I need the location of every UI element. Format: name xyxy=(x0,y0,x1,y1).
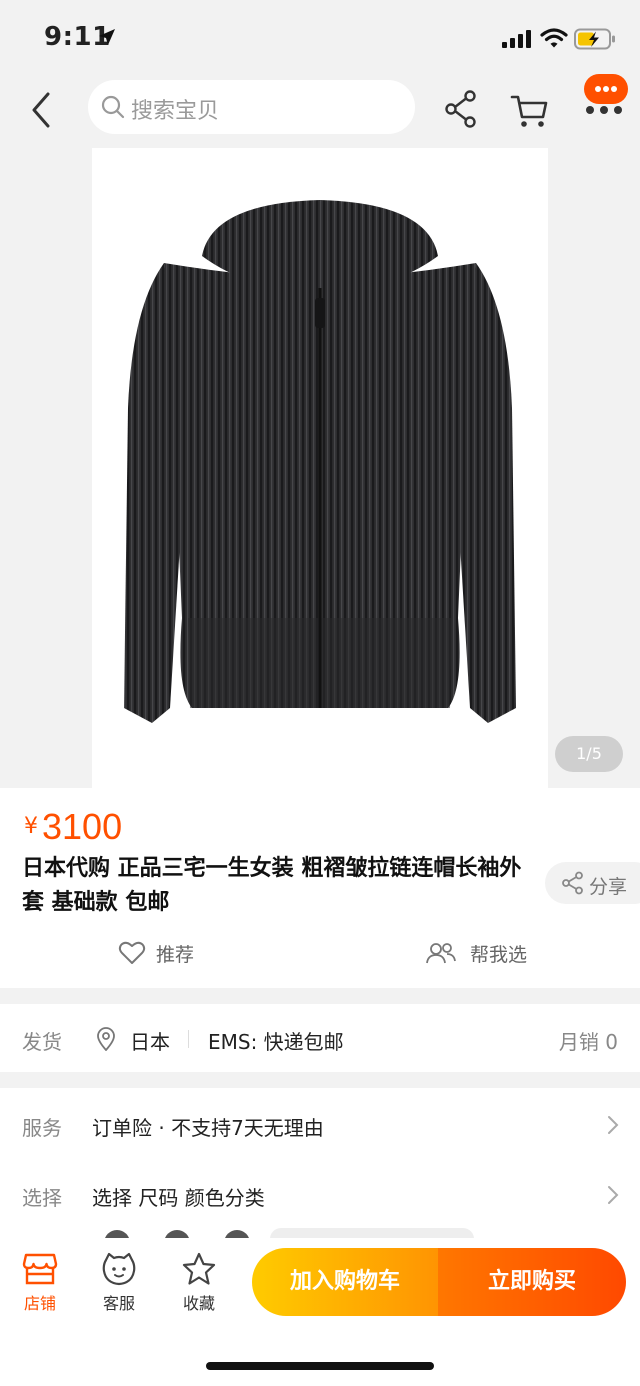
product-gallery[interactable]: 1/5 xyxy=(0,148,640,788)
chevron-right-icon[interactable] xyxy=(606,1114,620,1136)
shipping-origin: 日本 xyxy=(130,1030,170,1054)
service-label: 服务 xyxy=(22,1116,62,1140)
chevron-right-icon[interactable] xyxy=(606,1184,620,1206)
add-to-cart-button[interactable]: 加入购物车 xyxy=(252,1248,438,1316)
back-icon[interactable] xyxy=(26,90,58,130)
customer-service-button[interactable]: 客服 xyxy=(87,1252,151,1322)
choose-value[interactable]: 选择 尺码 颜色分类 xyxy=(92,1182,265,1211)
home-indicator[interactable] xyxy=(206,1362,434,1370)
service-label-bottom: 客服 xyxy=(102,1294,135,1313)
search-input[interactable]: 搜索宝贝 xyxy=(88,80,415,134)
wifi-icon xyxy=(540,28,568,48)
price: ¥3100 xyxy=(24,806,122,848)
search-icon xyxy=(101,95,125,119)
share-icon[interactable] xyxy=(444,90,478,128)
help-choose-button[interactable]: 帮我选 xyxy=(426,938,556,968)
cart-icon[interactable] xyxy=(510,92,550,130)
product-photo[interactable] xyxy=(92,148,548,788)
share-label: 分享 xyxy=(589,876,628,898)
share-icon xyxy=(562,871,583,895)
product-info-card: ¥3100 日本代购 正品三宅一生女装 粗褶皱拉链连帽长袖外套 基础款 包邮 分… xyxy=(0,788,640,988)
divider xyxy=(188,1030,189,1048)
choose-label: 选择 xyxy=(22,1186,62,1210)
recommend-button[interactable]: 推荐 xyxy=(118,938,228,968)
bottom-action-bar: 店铺 客服 收藏 加入购物车 立即购买 xyxy=(0,1238,640,1386)
store-label: 店铺 xyxy=(23,1294,56,1313)
jacket-illustration xyxy=(124,200,516,723)
store-icon xyxy=(22,1253,58,1285)
people-icon xyxy=(426,943,456,964)
battery-icon xyxy=(574,28,615,50)
message-badge xyxy=(584,74,628,104)
monthly-sales: 月销 0 xyxy=(558,1030,618,1054)
status-bar: 9:11 xyxy=(0,0,640,72)
favorite-button[interactable]: 收藏 xyxy=(167,1252,231,1322)
nav-bar: 搜索宝贝 xyxy=(0,72,640,148)
help-choose-label: 帮我选 xyxy=(470,944,528,966)
heart-icon xyxy=(118,941,146,964)
star-icon xyxy=(182,1252,216,1285)
shipping-row: 发货 日本 EMS: 快递包邮 月销 0 xyxy=(0,1004,640,1072)
image-counter: 1/5 xyxy=(555,736,623,772)
signal-icon xyxy=(502,30,531,48)
product-detail-page: 9:11 搜索宝贝 1/5 ¥ 3100 日本代购 正品三宅一生女装 粗褶皱拉链… xyxy=(0,0,640,1386)
favorite-label: 收藏 xyxy=(182,1294,215,1313)
more-icon xyxy=(584,106,624,116)
share-button[interactable]: 分享 xyxy=(545,862,640,904)
price-value: 3100 xyxy=(42,806,123,847)
shipping-label: 发货 xyxy=(22,1030,62,1054)
price-symbol: ¥ xyxy=(24,814,38,839)
more-menu-button[interactable] xyxy=(580,72,630,118)
service-options-card: 服务 订单险 · 不支持7天无理由 选择 选择 尺码 颜色分类 xyxy=(0,1088,640,1256)
product-title: 日本代购 正品三宅一生女装 粗褶皱拉链连帽长袖外套 基础款 包邮 xyxy=(22,856,522,915)
recommend-label: 推荐 xyxy=(156,944,195,966)
pin-icon xyxy=(97,1027,115,1051)
store-button[interactable]: 店铺 xyxy=(8,1252,72,1322)
service-face-icon xyxy=(102,1252,136,1286)
buy-now-button[interactable]: 立即购买 xyxy=(438,1248,626,1316)
service-value[interactable]: 订单险 · 不支持7天无理由 xyxy=(92,1112,324,1141)
location-arrow-icon xyxy=(99,29,115,45)
shipping-method: EMS: 快递包邮 xyxy=(208,1030,344,1054)
search-placeholder: 搜索宝贝 xyxy=(131,99,220,124)
